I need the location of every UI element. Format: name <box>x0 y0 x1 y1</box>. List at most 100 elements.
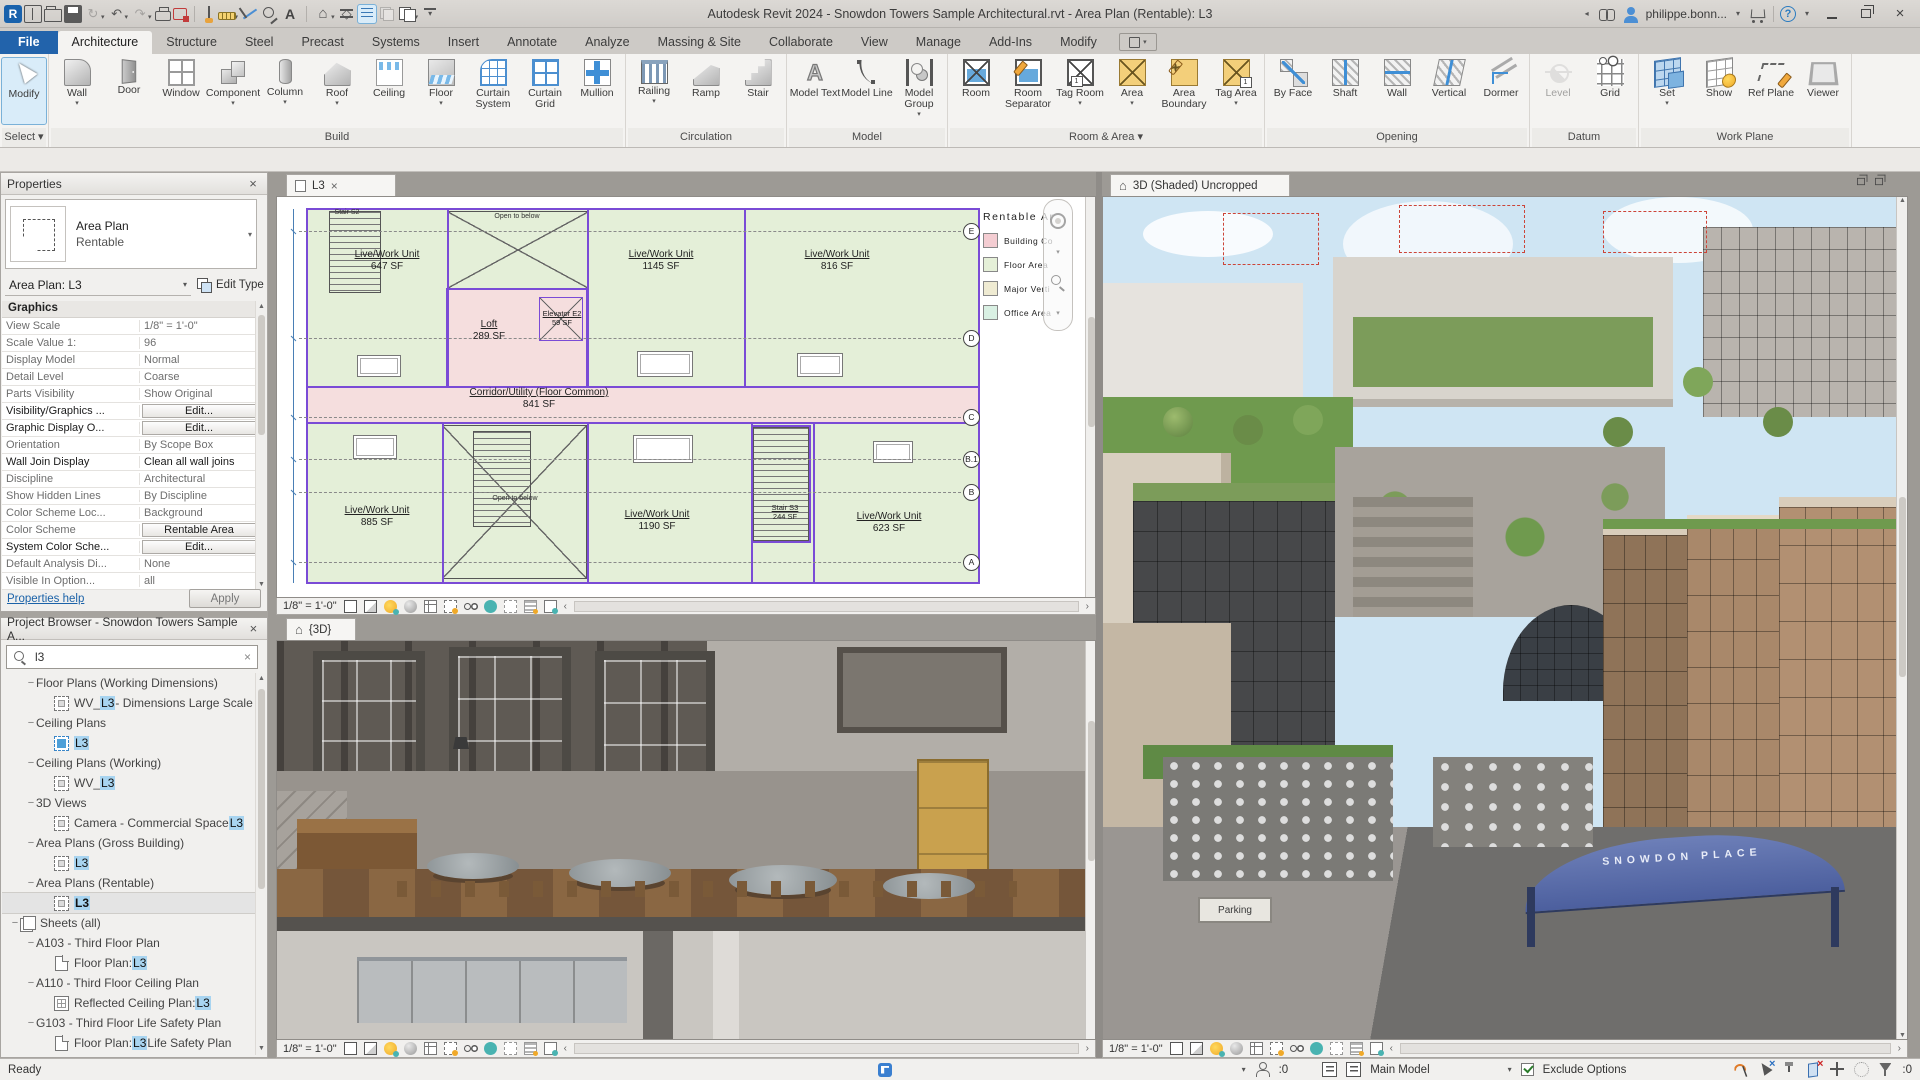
property-row-color-scheme[interactable]: Color Scheme Rentable Area <box>2 522 258 539</box>
help-menu-chevron-icon[interactable]: ▾ <box>1802 5 1812 23</box>
view-tab-plan[interactable]: L3 × <box>286 174 396 196</box>
property-value[interactable]: Coarse <box>140 371 258 383</box>
property-row-visibility-graphics[interactable]: Visibility/Graphics ... Edit... <box>2 403 258 420</box>
scroll-up-icon[interactable]: ▲ <box>1897 197 1907 204</box>
shadows-icon[interactable] <box>403 599 417 613</box>
minimize-button[interactable] <box>1818 4 1846 24</box>
room-label-stair-s3-244-sf[interactable]: Stair S3 244 SF <box>772 503 799 521</box>
close-project-browser-icon[interactable]: × <box>246 621 261 636</box>
save-icon[interactable] <box>64 4 82 23</box>
browser-item-area-plans-gross-building[interactable]: − Area Plans (Gross Building) <box>2 833 255 853</box>
ribbon-button-circulation-railing[interactable]: Railing ▾ <box>628 56 680 126</box>
property-row-discipline[interactable]: Discipline Architectural <box>2 471 258 488</box>
panel-label-datum[interactable]: Datum <box>1532 128 1636 147</box>
tile-view-icon[interactable] <box>1875 174 1886 186</box>
clear-search-icon[interactable]: × <box>244 650 251 664</box>
horizontal-scrollbar[interactable] <box>573 600 1079 612</box>
design-options-list-icon[interactable] <box>1322 1062 1338 1077</box>
panel-label-room-area[interactable]: Room & Area ▾ <box>950 128 1262 147</box>
property-row-display-model[interactable]: Display Model Normal <box>2 352 258 369</box>
close-view-icon[interactable]: × <box>331 179 338 193</box>
property-value[interactable]: By Discipline <box>140 490 258 502</box>
close-properties-icon[interactable]: × <box>245 176 261 191</box>
panel-label-opening[interactable]: Opening <box>1267 128 1527 147</box>
browser-item-sheets-all[interactable]: − Sheets (all) <box>2 913 255 933</box>
design-options-chevron-icon[interactable]: ▾ <box>1508 1065 1512 1074</box>
grid-bubble-d[interactable]: D <box>963 330 980 347</box>
property-value[interactable]: Normal <box>140 354 258 366</box>
ribbon-button-opening-by-face[interactable]: By Face <box>1267 56 1319 126</box>
ribbon-button-build-ceiling[interactable]: Ceiling <box>363 56 415 126</box>
steering-wheel-icon[interactable] <box>1050 213 1066 230</box>
visual-style-icon[interactable] <box>363 1042 377 1055</box>
navbar-chevron-icon[interactable]: ▾ <box>1056 309 1060 317</box>
sun-settings-icon[interactable] <box>1209 1042 1225 1057</box>
apply-button[interactable]: Apply <box>189 589 261 608</box>
analytical-model-icon[interactable] <box>523 599 538 614</box>
reveal-constraints-icon[interactable] <box>1369 1042 1384 1056</box>
worksets-icon[interactable] <box>1255 1062 1270 1077</box>
reveal-hidden-elements-icon[interactable] <box>1289 1042 1303 1055</box>
ribbon-tab-insert[interactable]: Insert <box>434 31 493 54</box>
collapse-icon[interactable]: − <box>10 917 20 929</box>
ribbon-button-model-model-text[interactable]: A Model Text <box>789 56 841 126</box>
restore-view-icon[interactable] <box>1857 174 1868 186</box>
ribbon-button-build-component[interactable]: Component ▾ <box>206 56 260 126</box>
scrollbar-thumb[interactable] <box>1899 497 1906 677</box>
search-icon[interactable] <box>1598 5 1616 23</box>
close-button[interactable]: × <box>1886 4 1914 24</box>
scroll-left-icon[interactable]: ‹ <box>1390 1043 1393 1054</box>
ribbon-tab-view[interactable]: View <box>847 31 902 54</box>
ribbon-tab-add-ins[interactable]: Add-Ins <box>975 31 1046 54</box>
temporary-view-properties-icon[interactable] <box>1329 1042 1343 1055</box>
room-label-live-work-unit-1190-sf[interactable]: Live/Work Unit 1190 SF <box>625 509 690 533</box>
sun-settings-icon[interactable] <box>383 1042 399 1057</box>
ribbon-tab-architecture[interactable]: Architecture <box>57 31 153 54</box>
ribbon-tab-manage[interactable]: Manage <box>902 31 975 54</box>
recent-documents-icon[interactable] <box>24 4 42 23</box>
reveal-hidden-elements-icon[interactable] <box>463 1042 477 1055</box>
ribbon-button-build-curtain-grid[interactable]: Curtain Grid <box>519 56 571 126</box>
ribbon-tab-modify[interactable]: Modify <box>1046 31 1111 54</box>
browser-item-floor-plan-l3[interactable]: Floor Plan: L3 <box>2 953 255 973</box>
ribbon-button-circulation-stair[interactable]: Stair <box>732 56 784 126</box>
property-edit-button[interactable]: Rentable Area <box>142 523 256 537</box>
property-edit-button[interactable]: Edit... <box>142 421 256 435</box>
scroll-right-icon[interactable]: › <box>1898 1043 1901 1054</box>
area-plan-view[interactable]: E D C B.1 B A Live/Work Unit 647 SF Live/Work U… <box>276 196 1096 598</box>
collapse-icon[interactable]: − <box>26 797 36 809</box>
crop-view-icon[interactable] <box>423 599 437 613</box>
browser-item-l3[interactable]: L3 <box>2 733 255 753</box>
property-value[interactable]: Show Original <box>140 388 258 400</box>
temporary-view-properties-icon[interactable] <box>503 599 517 613</box>
ribbon-button-circulation-ramp[interactable]: Ramp <box>680 56 732 126</box>
ribbon-button-opening-dormer[interactable]: Dormer <box>1475 56 1527 126</box>
browser-item-floor-plans-working-dimensions[interactable]: − Floor Plans (Working Dimensions) <box>2 673 255 693</box>
thin-lines-icon[interactable] <box>356 3 377 24</box>
select-links-icon[interactable] <box>1734 1062 1749 1077</box>
grid-bubble-b[interactable]: B <box>963 484 980 501</box>
shadows-icon[interactable] <box>1229 1042 1243 1055</box>
ribbon-button-work-plane-show[interactable]: Show <box>1693 56 1745 126</box>
property-value[interactable]: all <box>140 575 258 587</box>
redo-icon[interactable]: ↷ <box>131 5 149 23</box>
ribbon-button-work-plane-viewer[interactable]: Viewer <box>1797 56 1849 126</box>
ribbon-button-work-plane-set[interactable]: Set ▾ <box>1641 56 1693 126</box>
property-edit-button[interactable]: Edit... <box>142 404 256 418</box>
property-value[interactable]: None <box>140 558 258 570</box>
exterior-3d-view[interactable]: Parking SNOWDON PLACE ▲ ▼ <box>1102 196 1908 1040</box>
ribbon-tab-analyze[interactable]: Analyze <box>571 31 643 54</box>
active-design-option[interactable]: Main Model <box>1370 1064 1429 1076</box>
visual-style-icon[interactable] <box>1189 1042 1203 1055</box>
interior-vertical-scrollbar[interactable] <box>1085 641 1095 1039</box>
horizontal-scrollbar[interactable] <box>573 1043 1079 1054</box>
properties-scrollbar[interactable]: ▲ ▼ <box>255 301 266 591</box>
show-crop-region-icon[interactable] <box>443 599 458 614</box>
type-selector-card[interactable]: Area Plan Rentable ▾ <box>5 199 257 269</box>
horizontal-scrollbar[interactable] <box>1399 1043 1891 1054</box>
zoom-icon[interactable] <box>1050 274 1066 290</box>
select-pinned-icon[interactable] <box>1782 1062 1797 1077</box>
scroll-right-icon[interactable]: › <box>1086 601 1089 612</box>
text-icon[interactable]: A <box>281 5 299 23</box>
temporary-view-properties-icon[interactable] <box>503 1042 517 1055</box>
